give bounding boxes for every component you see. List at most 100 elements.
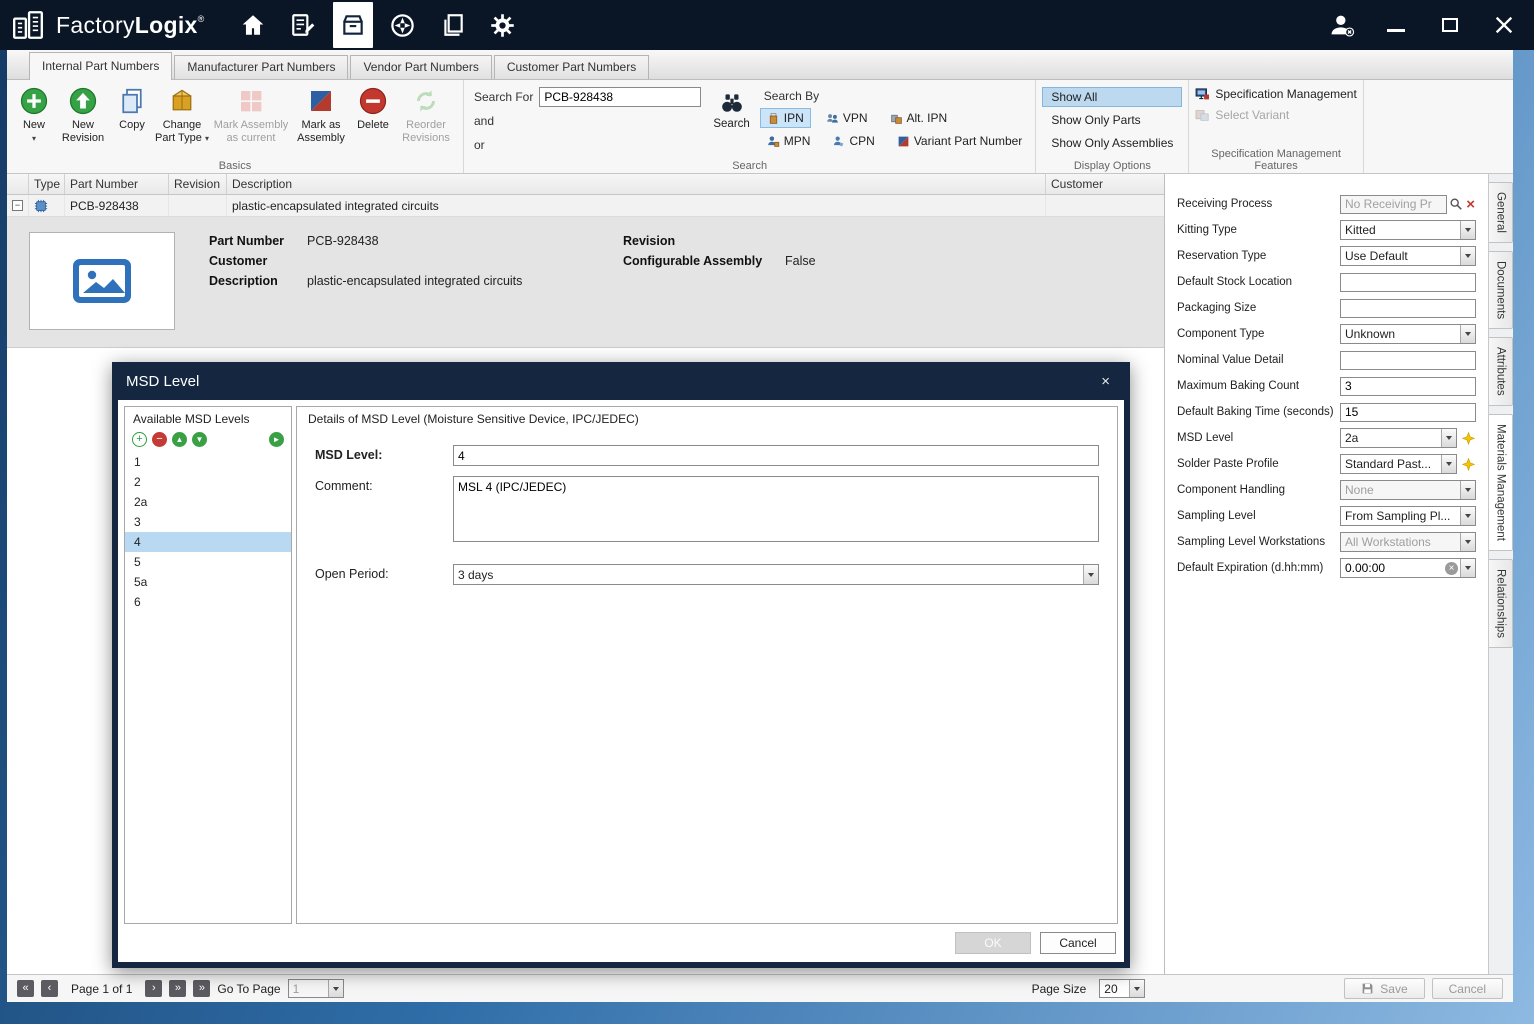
receiving-process-input[interactable] <box>1340 195 1447 214</box>
search-button[interactable]: Search <box>713 90 749 130</box>
settings-nav-button[interactable] <box>483 2 523 48</box>
search-by-variant-part-number-button[interactable]: Variant Part Number <box>890 131 1030 151</box>
delete-button[interactable]: Delete <box>351 83 395 132</box>
detail-configurable-assembly-label: Configurable Assembly <box>623 254 775 268</box>
dialog-msd-level-input[interactable] <box>453 445 1099 466</box>
reservation-type-select[interactable]: Use Default <box>1340 246 1476 266</box>
column-header-type[interactable]: Type <box>29 174 65 194</box>
side-tab-documents[interactable]: Documents <box>1489 251 1513 329</box>
page-last-button[interactable]: » <box>169 980 186 997</box>
tab-vendor-part-numbers[interactable]: Vendor Part Numbers <box>350 55 491 79</box>
specification-management-button[interactable]: Specification Management <box>1195 87 1356 101</box>
msd-level-item[interactable]: 2 <box>125 472 291 492</box>
search-by-vpn-button[interactable]: VPN <box>819 108 875 128</box>
tab-manufacturer-part-numbers[interactable]: Manufacturer Part Numbers <box>174 55 348 79</box>
collapse-row-icon[interactable]: − <box>12 200 23 211</box>
packaging-size-input[interactable] <box>1340 299 1476 318</box>
new-button[interactable]: New▾ <box>13 83 55 144</box>
mark-as-assembly-button[interactable]: Mark as Assembly <box>291 83 351 144</box>
page-first-button[interactable]: « <box>17 980 34 997</box>
msd-level-select[interactable]: 2a <box>1340 428 1457 448</box>
add-level-button[interactable]: + <box>132 432 147 447</box>
msd-level-item[interactable]: 5a <box>125 572 291 592</box>
show-only-assemblies-option[interactable]: Show Only Assemblies <box>1042 133 1182 153</box>
dialog-cancel-button[interactable]: Cancel <box>1040 932 1116 954</box>
receiving-process-clear-button[interactable]: × <box>1465 197 1476 212</box>
dialog-ok-button[interactable]: OK <box>955 932 1031 954</box>
search-by-cpn-button[interactable]: CPN <box>825 131 881 151</box>
dialog-comment-textarea[interactable]: MSL 4 (IPC/JEDEC) <box>453 476 1099 542</box>
column-header-revision[interactable]: Revision <box>169 174 227 194</box>
move-level-down-button[interactable]: ▼ <box>192 432 207 447</box>
msd-level-item[interactable]: 3 <box>125 512 291 532</box>
search-by-alt-ipn-button[interactable]: Alt. IPN <box>883 108 955 128</box>
maximum-baking-count-input[interactable] <box>1340 377 1476 396</box>
maximize-button[interactable] <box>1430 2 1470 48</box>
navigator-nav-button[interactable] <box>383 2 423 48</box>
side-tab-attributes[interactable]: Attributes <box>1489 337 1513 406</box>
default-baking-time-input[interactable] <box>1340 403 1476 422</box>
minimize-button[interactable] <box>1376 2 1416 48</box>
page-size-select[interactable]: 20 <box>1099 979 1145 998</box>
search-by-mpn-button[interactable]: MPN <box>760 131 818 151</box>
documents-nav-button[interactable] <box>433 2 473 48</box>
side-tab-materials-management[interactable]: Materials Management <box>1489 414 1513 551</box>
part-library-nav-button[interactable] <box>333 2 373 48</box>
msd-level-item-selected[interactable]: 4 <box>125 532 291 552</box>
side-tab-general[interactable]: General <box>1489 182 1513 243</box>
remove-level-button[interactable]: − <box>152 432 167 447</box>
sampling-level-select[interactable]: From Sampling Pl... <box>1340 506 1476 526</box>
side-tab-relationships[interactable]: Relationships <box>1489 559 1513 648</box>
search-by-ipn-button[interactable]: IPN <box>760 108 811 128</box>
apply-level-button[interactable]: ► <box>269 432 284 447</box>
logout-user-button[interactable] <box>1322 2 1362 48</box>
sampling-level-workstations-select[interactable]: All Workstations <box>1340 532 1476 552</box>
default-stock-location-input[interactable] <box>1340 273 1476 292</box>
msd-level-item[interactable]: 2a <box>125 492 291 512</box>
panel-cancel-button[interactable]: Cancel <box>1432 978 1503 999</box>
change-part-type-button[interactable]: Change Part Type ▾ <box>153 83 211 144</box>
default-stock-location-row: Default Stock Location <box>1177 269 1476 295</box>
msd-level-list: 1 2 2a 3 4 5 5a 6 <box>125 452 291 923</box>
column-header-customer[interactable]: Customer <box>1046 174 1164 194</box>
show-all-option[interactable]: Show All <box>1042 87 1182 107</box>
search-for-input[interactable] <box>539 87 701 107</box>
copy-button[interactable]: Copy <box>111 83 153 132</box>
production-definitions-nav-button[interactable] <box>283 2 323 48</box>
page-prev-button[interactable]: ‹ <box>41 980 58 997</box>
move-level-up-button[interactable]: ▲ <box>172 432 187 447</box>
expiration-clear-icon[interactable]: × <box>1445 562 1458 575</box>
nominal-value-detail-input[interactable] <box>1340 351 1476 370</box>
default-expiration-row: Default Expiration (d.hh:mm) × <box>1177 555 1476 581</box>
go-to-page-select[interactable]: 1 <box>288 979 344 998</box>
msd-level-edit-button[interactable] <box>1461 431 1476 446</box>
default-expiration-input[interactable] <box>1341 561 1445 575</box>
receiving-process-search-button[interactable] <box>1447 195 1465 214</box>
select-variant-button[interactable]: Select Variant <box>1195 108 1356 122</box>
page-fast-button[interactable]: » <box>193 980 210 997</box>
mark-assembly-as-current-button[interactable]: Mark Assembly as current <box>211 83 291 144</box>
tab-internal-part-numbers[interactable]: Internal Part Numbers <box>29 52 172 80</box>
dialog-close-button[interactable]: × <box>1095 371 1116 392</box>
reorder-revisions-button[interactable]: Reorder Revisions <box>395 83 457 144</box>
msd-level-item[interactable]: 1 <box>125 452 291 472</box>
msd-level-item[interactable]: 6 <box>125 592 291 612</box>
component-type-select[interactable]: Unknown <box>1340 324 1476 344</box>
solder-paste-profile-edit-button[interactable] <box>1461 457 1476 472</box>
close-button[interactable] <box>1484 2 1524 48</box>
component-handling-select[interactable]: None <box>1340 480 1476 500</box>
column-header-description[interactable]: Description <box>227 174 1046 194</box>
column-header-part-number[interactable]: Part Number <box>65 174 169 194</box>
dialog-open-period-select[interactable]: 3 days <box>453 564 1099 585</box>
save-button[interactable]: Save <box>1344 978 1424 999</box>
home-nav-button[interactable] <box>233 2 273 48</box>
new-revision-button[interactable]: New Revision <box>55 83 111 144</box>
solder-paste-profile-select[interactable]: Standard Past... <box>1340 454 1457 474</box>
msd-level-item[interactable]: 5 <box>125 552 291 572</box>
show-only-parts-option[interactable]: Show Only Parts <box>1042 110 1182 130</box>
tab-customer-part-numbers[interactable]: Customer Part Numbers <box>494 55 649 79</box>
part-row[interactable]: − PCB-928438 plastic-encapsulated integr… <box>7 195 1164 217</box>
page-next-button[interactable]: › <box>145 980 162 997</box>
kitting-type-select[interactable]: Kitted <box>1340 220 1476 240</box>
part-image-placeholder[interactable] <box>29 232 175 330</box>
